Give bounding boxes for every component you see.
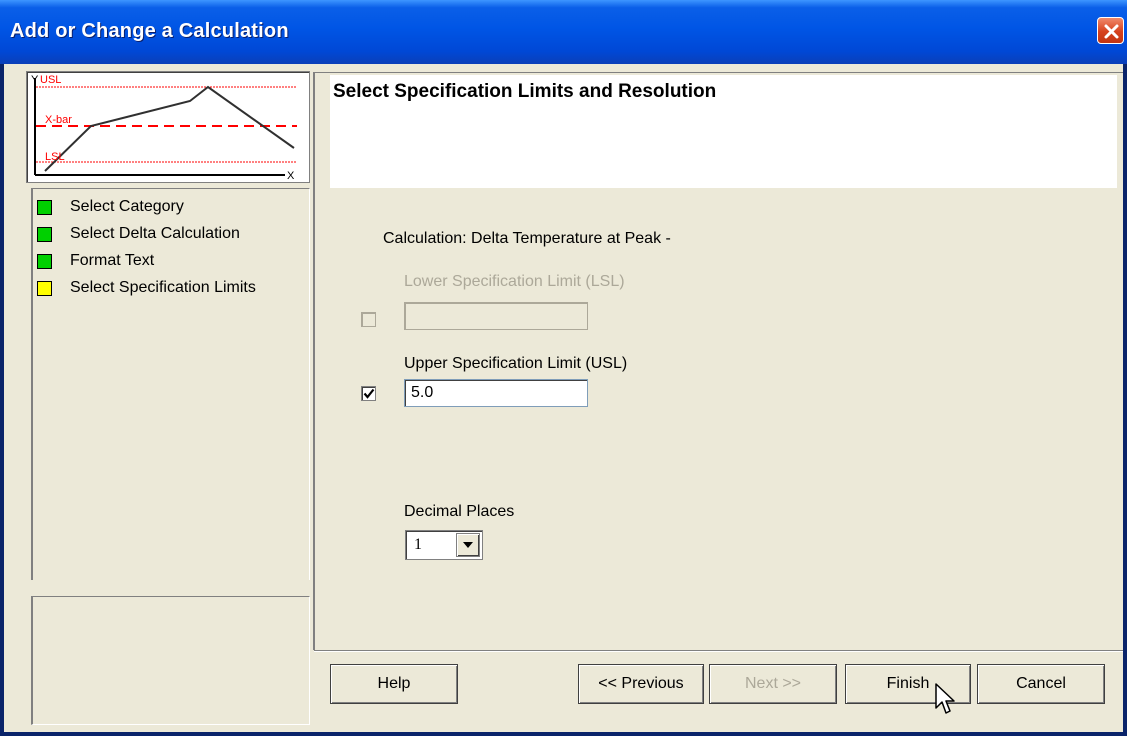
y-axis-label: Y (31, 74, 39, 86)
step-item-select-delta-calculation: Select Delta Calculation (37, 223, 240, 245)
step-item-select-category: Select Category (37, 196, 184, 218)
step-status-complete-icon (37, 253, 52, 269)
description-panel (31, 596, 310, 725)
x-axis-label: X (287, 170, 295, 182)
step-status-complete-icon (37, 226, 52, 242)
decimal-places-label: Decimal Places (404, 503, 515, 520)
step-status-current-icon (37, 280, 52, 296)
previous-button[interactable]: << Previous (578, 664, 704, 704)
lsl-label: LSL (45, 151, 65, 163)
dropdown-button[interactable] (456, 533, 480, 557)
checkmark-icon (363, 388, 375, 399)
step-label: Select Delta Calculation (70, 225, 240, 242)
calculation-label: Calculation: Delta Temperature at Peak - (383, 230, 671, 247)
close-icon (1104, 24, 1119, 39)
lsl-input[interactable] (404, 302, 588, 330)
help-button[interactable]: Help (330, 664, 458, 704)
page-header: Select Specification Limits and Resoluti… (330, 75, 1117, 188)
xbar-label: X-bar (45, 114, 72, 126)
footer-separator (314, 650, 1123, 652)
control-chart-thumbnail: Y USL X-bar LSL X (26, 71, 310, 183)
lsl-label: Lower Specification Limit (LSL) (404, 273, 625, 290)
step-status-complete-icon (37, 199, 52, 215)
step-label: Format Text (70, 252, 155, 269)
usl-checkbox[interactable] (361, 386, 376, 401)
decimal-places-value: 1 (414, 536, 422, 553)
chevron-down-icon (463, 542, 473, 548)
control-chart-illustration: Y USL X-bar LSL X (31, 74, 297, 182)
next-button[interactable]: Next >> (709, 664, 837, 704)
wizard-step-list: Select Category Select Delta Calculation… (31, 188, 310, 580)
step-item-format-text: Format Text (37, 250, 154, 272)
usl-input[interactable]: 5.0 (404, 379, 588, 407)
page-title: Select Specification Limits and Resoluti… (333, 81, 717, 102)
usl-label: USL (40, 74, 61, 86)
mouse-pointer-icon (935, 683, 955, 714)
cancel-button[interactable]: Cancel (977, 664, 1105, 704)
decimal-places-select[interactable]: 1 (405, 530, 483, 560)
step-label: Select Specification Limits (70, 279, 256, 296)
step-item-select-specification-limits: Select Specification Limits (37, 277, 256, 299)
dialog-window: Add or Change a Calculation Y USL X-bar … (0, 0, 1127, 736)
data-trace (44, 85, 295, 172)
usl-label: Upper Specification Limit (USL) (404, 355, 628, 372)
lsl-checkbox[interactable] (361, 312, 376, 327)
close-button[interactable] (1097, 17, 1124, 44)
title-bar[interactable]: Add or Change a Calculation (0, 0, 1127, 64)
step-label: Select Category (70, 198, 184, 215)
window-title: Add or Change a Calculation (10, 20, 289, 42)
